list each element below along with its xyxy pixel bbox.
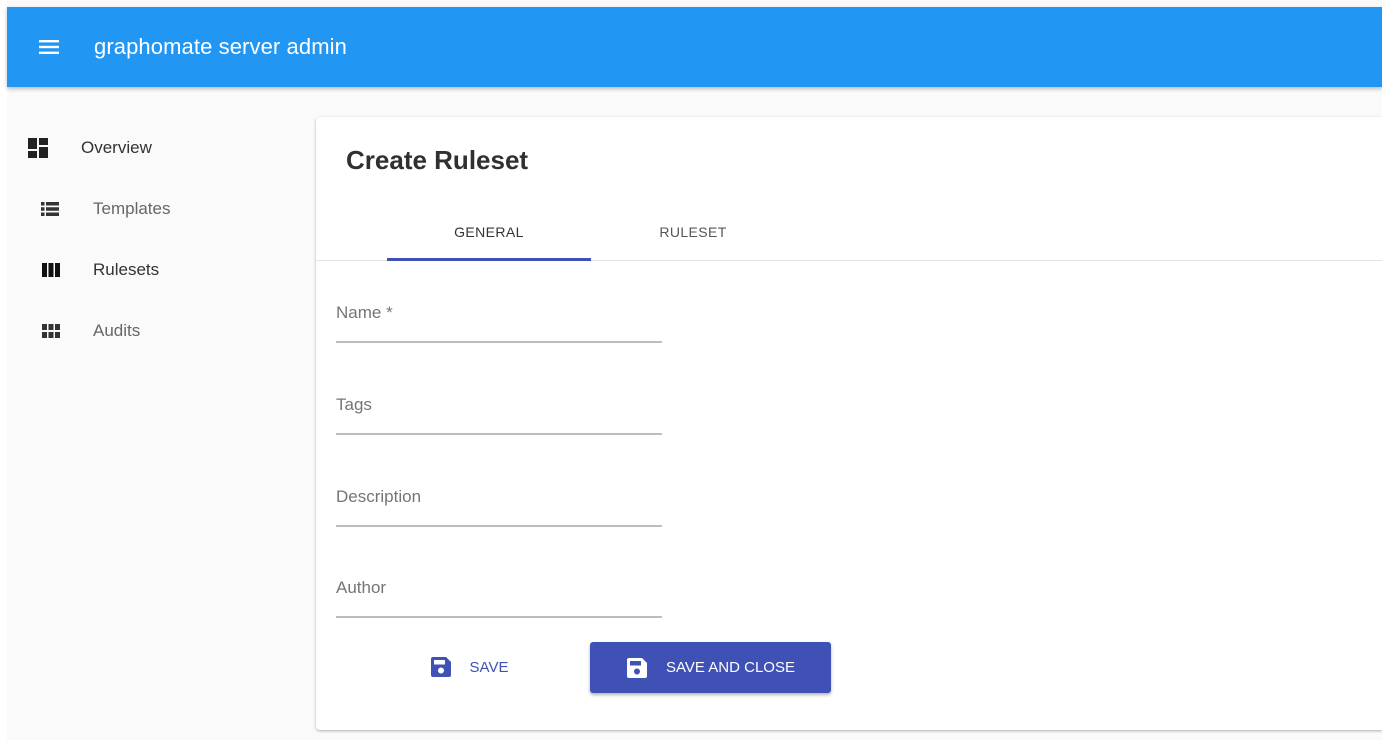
name-input[interactable] xyxy=(336,303,662,339)
tab-general[interactable]: GENERAL xyxy=(387,203,591,261)
description-field[interactable]: Description xyxy=(336,487,662,527)
app-bar: graphomate server admin xyxy=(7,7,1382,87)
dashboard-icon xyxy=(28,138,48,158)
sidebar-item-overview[interactable]: Overview xyxy=(7,128,207,168)
sidebar: Overview Templates Rulesets Audits xyxy=(7,87,307,740)
tab-indicator xyxy=(387,258,591,261)
name-field[interactable]: Name * xyxy=(336,303,662,343)
save-and-close-button-label: SAVE AND CLOSE xyxy=(666,659,795,676)
author-input[interactable] xyxy=(336,578,662,614)
sidebar-item-label: Rulesets xyxy=(93,260,160,279)
save-button-label: SAVE xyxy=(469,658,509,676)
sidebar-item-templates[interactable]: Templates xyxy=(7,189,207,229)
app-page: graphomate server admin Overview Templat… xyxy=(0,0,1382,740)
app-title: graphomate server admin xyxy=(94,34,347,59)
description-field-underline xyxy=(336,525,662,527)
tab-ruleset[interactable]: RULESET xyxy=(591,203,795,261)
view-module-icon xyxy=(41,321,61,341)
sidebar-item-label: Overview xyxy=(81,138,152,157)
menu-icon[interactable] xyxy=(35,33,63,61)
sidebar-item-rulesets[interactable]: Rulesets xyxy=(7,250,207,290)
sidebar-item-label: Templates xyxy=(93,199,171,218)
tags-field[interactable]: Tags xyxy=(336,395,662,435)
author-field[interactable]: Author xyxy=(336,578,662,618)
sidebar-item-label: Audits xyxy=(93,321,141,340)
description-input[interactable] xyxy=(336,487,662,523)
name-field-underline xyxy=(336,341,662,343)
save-icon xyxy=(626,657,648,679)
create-ruleset-card: Create Ruleset GENERAL RULESET Name * Ta… xyxy=(316,117,1382,730)
list-icon xyxy=(40,199,60,219)
tab-bar: GENERAL RULESET xyxy=(316,203,1382,261)
tags-input[interactable] xyxy=(336,395,662,431)
save-icon xyxy=(430,656,452,678)
page-title: Create Ruleset xyxy=(346,145,529,175)
save-and-close-button[interactable]: SAVE AND CLOSE xyxy=(590,642,831,693)
view-column-icon xyxy=(41,260,61,280)
sidebar-item-audits[interactable]: Audits xyxy=(7,311,207,351)
tags-field-underline xyxy=(336,433,662,435)
left-edge xyxy=(0,0,7,740)
save-button[interactable]: SAVE xyxy=(406,642,532,692)
author-field-underline xyxy=(336,616,662,618)
